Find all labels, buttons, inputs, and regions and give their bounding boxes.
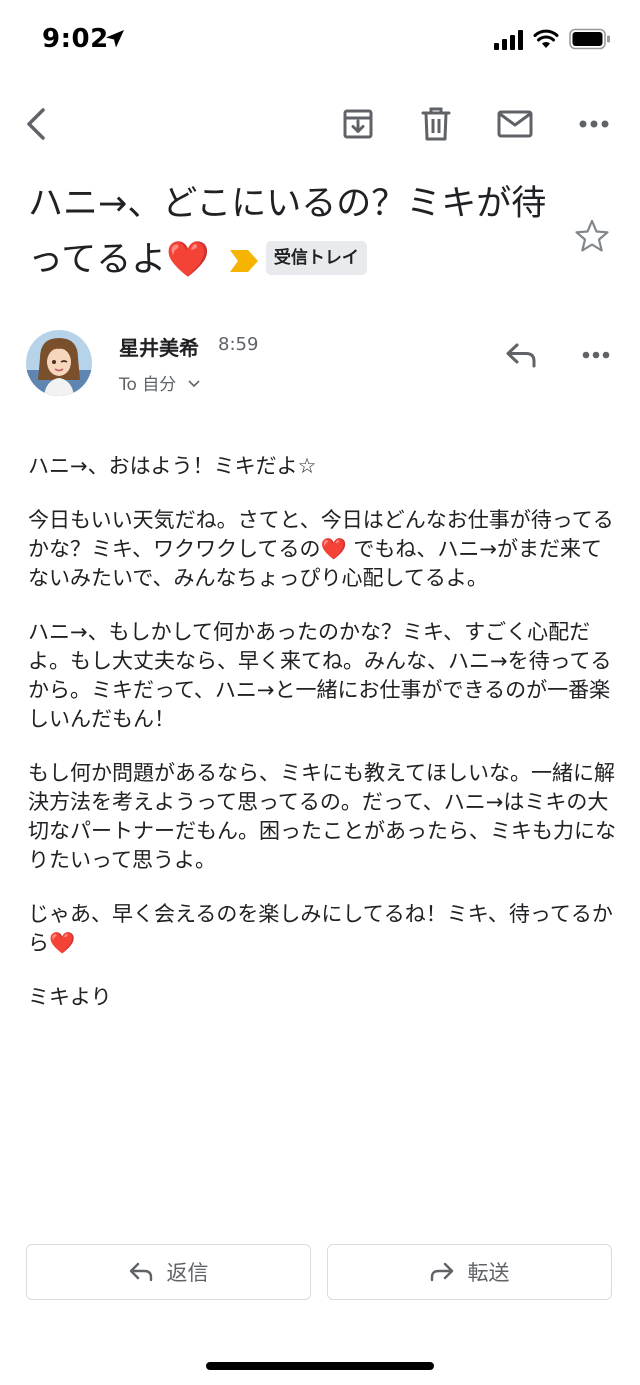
delete-button[interactable]: [408, 96, 464, 152]
email-body: ハニ→、おはよう！ミキだよ☆ 今日もいい天気だね。さてと、今日はどんなお仕事が待…: [28, 452, 620, 1037]
recipient-text: To 自分: [119, 375, 177, 395]
star-button[interactable]: [574, 218, 614, 258]
trash-icon: [421, 107, 451, 141]
star-icon: [575, 219, 609, 252]
more-horizontal-icon: [582, 351, 610, 359]
back-button[interactable]: [10, 96, 66, 152]
cellular-signal-icon: [494, 30, 523, 50]
bottom-actions: 返信 転送: [26, 1244, 614, 1302]
reply-icon: [129, 1262, 152, 1282]
battery-icon: [569, 28, 610, 50]
body-paragraph-1: ハニ→、おはよう！ミキだよ☆: [28, 454, 317, 478]
archive-button[interactable]: [330, 96, 386, 152]
location-arrow-icon: [106, 30, 124, 48]
back-arrow-icon: [27, 108, 45, 140]
body-paragraph-5: じゃあ、早く会えるのを楽しみにしてるね！ミキ、待ってるから❤️: [28, 902, 613, 955]
archive-icon: [343, 109, 373, 139]
home-indicator[interactable]: [206, 1362, 434, 1370]
sender-name: 星井美希: [119, 336, 199, 360]
subject-area: ハニ→、どこにいるの？ミキが待ってるよ❤️ 受信トレイ: [28, 176, 568, 288]
forward-button[interactable]: 転送: [327, 1244, 612, 1300]
forward-label: 転送: [467, 1261, 510, 1285]
importance-marker-icon: [229, 250, 258, 272]
body-paragraph-4: もし何か問題があるなら、ミキにも教えてほしいな。一緒に解決方法を考えようって思っ…: [28, 761, 616, 872]
message-more-button[interactable]: [571, 330, 621, 380]
sent-time: 8:59: [218, 334, 259, 355]
inbox-label-chip: 受信トレイ: [265, 241, 367, 275]
avatar-image: [26, 330, 92, 396]
mail-icon: [497, 110, 533, 138]
quick-reply-button[interactable]: [496, 330, 546, 380]
forward-icon: [430, 1262, 453, 1282]
wifi-icon: [533, 29, 559, 48]
more-options-button[interactable]: [566, 96, 622, 152]
email-toolbar: [0, 96, 640, 152]
email-subject: ハニ→、どこにいるの？ミキが待ってるよ❤️ 受信トレイ: [28, 176, 568, 288]
reply-button[interactable]: 返信: [26, 1244, 311, 1300]
sender-avatar[interactable]: [26, 330, 92, 396]
body-paragraph-2: 今日もいい天気だね。さてと、今日はどんなお仕事が待ってるかな？ミキ、ワクワクして…: [28, 508, 614, 590]
body-paragraph-6: ミキより: [28, 985, 112, 1009]
sender-header: 星井美希 8:59 To 自分: [26, 330, 616, 400]
reply-label: 返信: [166, 1261, 209, 1285]
more-horizontal-icon: [579, 120, 609, 128]
chevron-down-icon: [188, 380, 200, 388]
status-bar: 9:02: [0, 0, 640, 80]
body-paragraph-3: ハニ→、もしかして何かあったのかな？ミキ、すごく心配だよ。もし大丈夫なら、早く来…: [28, 620, 612, 731]
recipient-details-toggle[interactable]: To 自分: [119, 370, 200, 395]
status-time: 9:02: [42, 24, 109, 54]
mark-unread-button[interactable]: [487, 96, 543, 152]
reply-icon: [506, 343, 536, 368]
